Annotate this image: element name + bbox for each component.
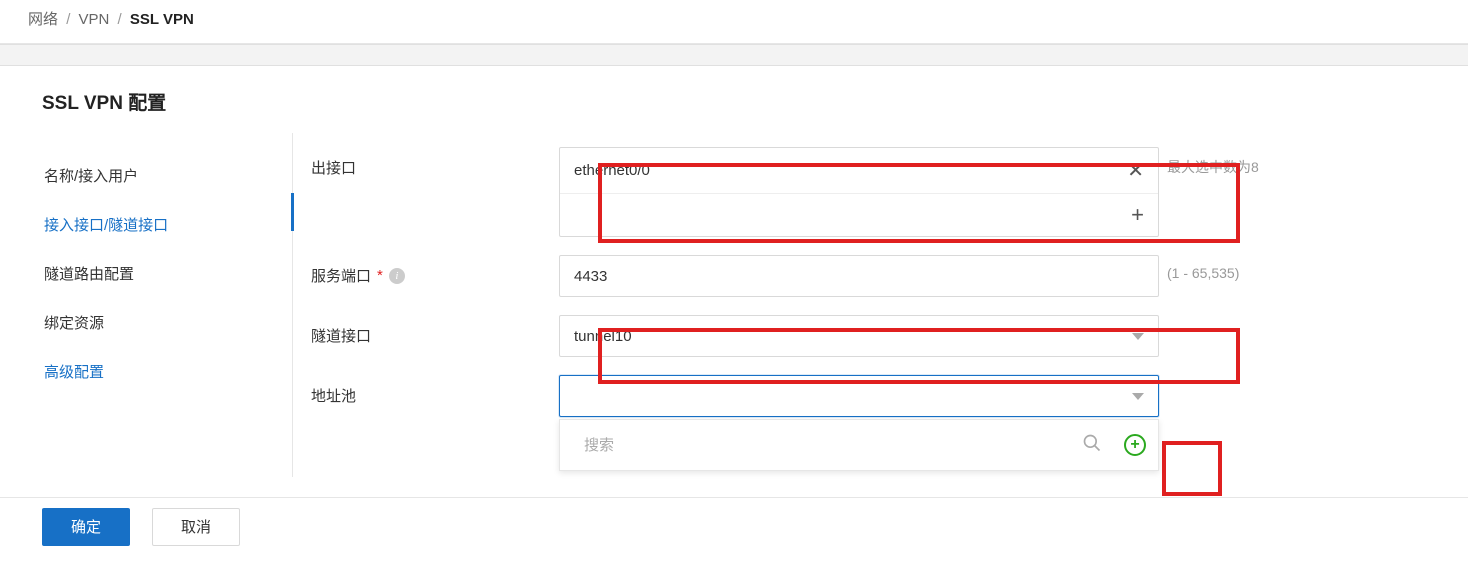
ok-button[interactable]: 确定 <box>42 508 130 546</box>
plus-icon[interactable]: + <box>1131 204 1144 226</box>
search-icon <box>1082 433 1102 457</box>
label-tunnel-interface: 隧道接口 <box>311 315 559 346</box>
row-service-port: 服务端口 * i (1 - 65,535) <box>311 255 1426 297</box>
breadcrumb: 网络 / VPN / SSL VPN <box>0 0 1468 44</box>
label-out-interface: 出接口 <box>311 147 559 178</box>
footer-actions: 确定 取消 <box>0 497 1468 555</box>
section-gap <box>0 44 1468 66</box>
out-interface-multiselect[interactable]: ethernet0/0 ✕ + <box>559 147 1159 237</box>
label-service-port: 服务端口 * i <box>311 255 559 286</box>
breadcrumb-seg-vpn[interactable]: VPN <box>79 11 110 28</box>
add-address-pool-button[interactable]: + <box>1124 434 1146 456</box>
row-address-pool: 地址池 <box>311 375 1426 417</box>
row-out-interface: 出接口 ethernet0/0 ✕ + 最大选中数为8 <box>311 147 1426 237</box>
side-nav: 名称/接入用户 接入接口/隧道接口 隧道路由配置 绑定资源 高级配置 <box>42 133 292 477</box>
service-port-field[interactable] <box>574 268 1144 285</box>
out-interface-value: ethernet0/0 <box>574 162 650 179</box>
out-interface-hint: 最大选中数为8 <box>1167 157 1259 177</box>
breadcrumb-separator: / <box>66 11 70 28</box>
service-port-input[interactable] <box>559 255 1159 297</box>
tunnel-interface-value: tunnel10 <box>574 328 1132 345</box>
row-tunnel-interface: 隧道接口 tunnel10 <box>311 315 1426 357</box>
info-icon[interactable]: i <box>389 268 405 284</box>
address-pool-select[interactable] <box>559 375 1159 417</box>
sidenav-item-bind-resource[interactable]: 绑定资源 <box>42 298 292 347</box>
breadcrumb-separator: / <box>118 11 122 28</box>
form-area: 出接口 ethernet0/0 ✕ + 最大选中数为8 <box>311 133 1426 477</box>
active-indicator <box>291 193 294 231</box>
tunnel-interface-select[interactable]: tunnel10 <box>559 315 1159 357</box>
label-address-pool: 地址池 <box>311 375 559 406</box>
sidenav-item-interface-tunnel[interactable]: 接入接口/隧道接口 <box>42 200 292 249</box>
sidenav-item-tunnel-route[interactable]: 隧道路由配置 <box>42 249 292 298</box>
breadcrumb-seg-network[interactable]: 网络 <box>28 11 58 28</box>
sidenav-item-advanced[interactable]: 高级配置 <box>42 347 292 396</box>
breadcrumb-seg-sslvpn: SSL VPN <box>130 11 194 28</box>
cancel-button[interactable]: 取消 <box>152 508 240 546</box>
side-divider <box>292 133 293 477</box>
sidenav-item-name-user[interactable]: 名称/接入用户 <box>42 151 292 200</box>
dropdown-search-box[interactable] <box>572 426 1114 464</box>
required-mark: * <box>377 267 383 284</box>
chevron-down-icon <box>1132 333 1144 340</box>
page-title: SSL VPN 配置 <box>0 66 1468 133</box>
chevron-down-icon <box>1132 393 1144 400</box>
address-pool-dropdown: + <box>559 419 1159 471</box>
close-icon[interactable]: ✕ <box>1127 161 1144 181</box>
service-port-hint: (1 - 65,535) <box>1167 265 1239 281</box>
dropdown-search-input[interactable] <box>584 437 1082 454</box>
